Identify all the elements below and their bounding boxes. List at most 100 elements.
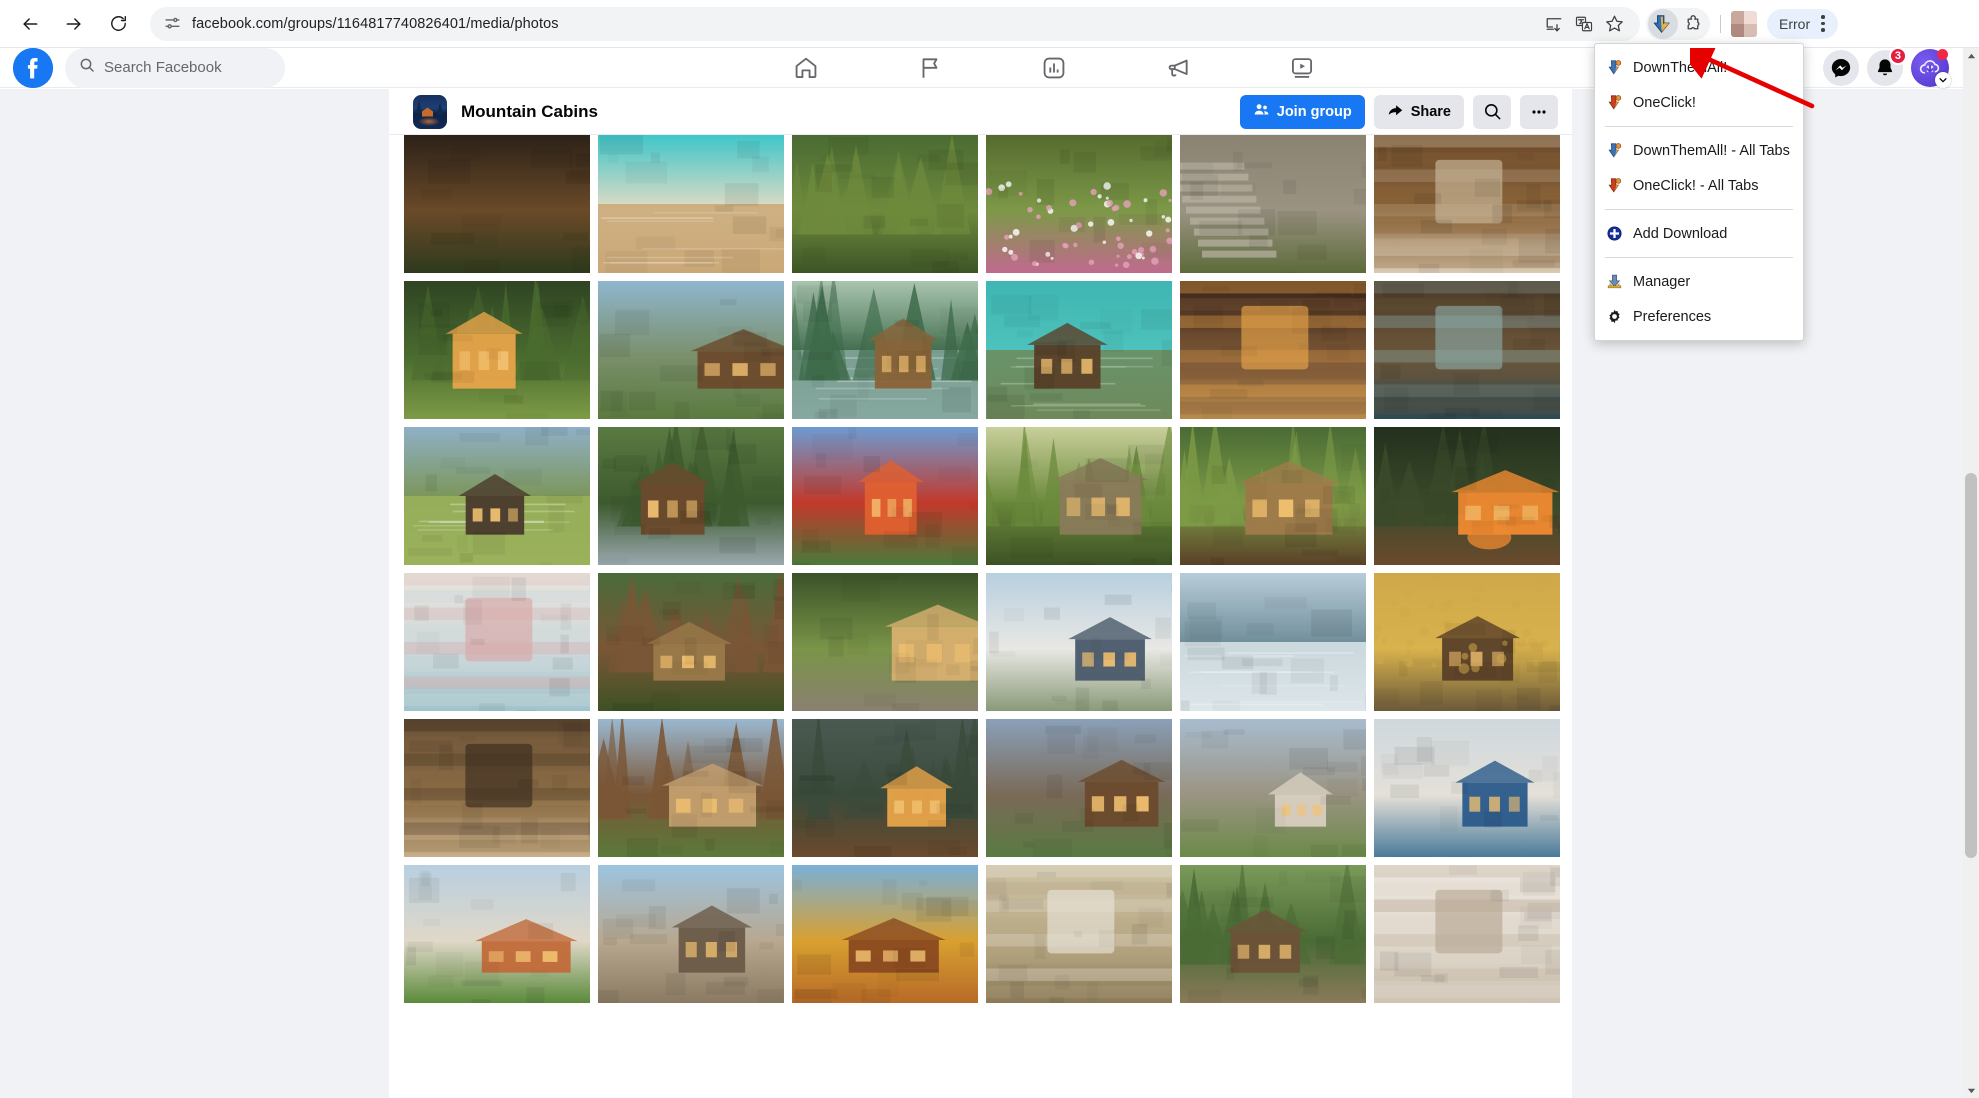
chrome-profile-avatar[interactable] — [1731, 10, 1757, 37]
photo-tile[interactable] — [598, 865, 784, 1003]
photo-tile[interactable] — [1180, 427, 1366, 565]
photo-tile[interactable] — [792, 135, 978, 273]
page-scrollbar[interactable] — [1963, 48, 1979, 1098]
photo-tile[interactable] — [1374, 865, 1560, 1003]
bookmark-star-icon[interactable] — [1600, 10, 1628, 38]
dta-menu-item-label: OneClick! — [1633, 94, 1696, 111]
photo-tile[interactable] — [1374, 719, 1560, 857]
share-button[interactable]: Share — [1373, 94, 1464, 129]
photo-tile[interactable] — [598, 427, 784, 565]
photo-tile[interactable] — [598, 281, 784, 419]
photo-tile[interactable] — [986, 427, 1172, 565]
scroll-down-arrow-icon[interactable] — [1963, 1082, 1979, 1098]
photo-tile[interactable] — [1374, 573, 1560, 711]
photo-tile[interactable] — [598, 719, 784, 857]
dta-menu-item-downthemall-all-tabs[interactable]: DownThemAll! - All Tabs — [1595, 133, 1803, 168]
photo-tile[interactable] — [792, 573, 978, 711]
scroll-up-arrow-icon[interactable] — [1963, 48, 1979, 64]
dta-menu-item-add-download[interactable]: Add Download — [1595, 216, 1803, 251]
manager-icon — [1605, 273, 1623, 291]
group-thumbnail[interactable] — [413, 94, 447, 129]
facebook-logo-icon[interactable] — [13, 47, 53, 88]
site-settings-icon[interactable] — [162, 14, 182, 34]
photo-tile[interactable] — [404, 281, 590, 419]
address-bar[interactable]: facebook.com/groups/1164817740826401/med… — [150, 6, 1640, 41]
search-icon — [79, 57, 95, 78]
nav-video[interactable] — [1279, 50, 1325, 86]
group-more-button[interactable] — [1520, 94, 1558, 129]
photo-tile[interactable] — [1180, 135, 1366, 273]
nav-pages[interactable] — [907, 50, 953, 86]
notifications-bell-icon[interactable]: 3 — [1867, 46, 1907, 86]
nav-home[interactable] — [783, 50, 829, 86]
reload-icon[interactable] — [100, 6, 136, 42]
facebook-main-nav — [783, 50, 1325, 86]
photo-tile[interactable] — [1374, 427, 1560, 565]
photo-tile[interactable] — [1180, 719, 1366, 857]
dta-menu-separator — [1605, 257, 1793, 258]
share-label: Share — [1410, 103, 1451, 120]
dta-menu-item-downthemall[interactable]: DownThemAll! — [1595, 50, 1803, 85]
back-arrow-icon[interactable] — [12, 6, 48, 42]
forward-arrow-icon[interactable] — [56, 6, 92, 42]
notifications-badge: 3 — [1888, 46, 1907, 65]
dta-menu-item-oneclick-all-tabs[interactable]: OneClick! - All Tabs — [1595, 168, 1803, 203]
photo-tile[interactable] — [404, 865, 590, 1003]
join-group-button[interactable]: Join group — [1239, 94, 1365, 129]
error-label: Error — [1779, 15, 1811, 32]
omnibox-actions — [1540, 10, 1628, 38]
photo-tile[interactable] — [1180, 573, 1366, 711]
profile-error-chip[interactable]: Error — [1767, 8, 1839, 39]
avatar-status-dot — [1937, 48, 1948, 60]
group-search-button[interactable] — [1473, 94, 1511, 129]
photo-tile[interactable] — [792, 281, 978, 419]
dta-menu-item-oneclick[interactable]: OneClick! — [1595, 85, 1803, 120]
scrollbar-thumb[interactable] — [1965, 473, 1977, 858]
dta-menu-item-preferences[interactable]: Preferences — [1595, 299, 1803, 334]
photo-tile[interactable] — [1374, 135, 1560, 273]
dta-menu-item-label: Manager — [1633, 273, 1691, 290]
photo-tile[interactable] — [986, 573, 1172, 711]
downthemall-extension-icon[interactable] — [1648, 8, 1678, 39]
group-title: Mountain Cabins — [461, 101, 598, 121]
dta-menu-item-label: DownThemAll! — [1633, 59, 1728, 76]
photo-tile[interactable] — [404, 719, 590, 857]
messenger-icon[interactable] — [1823, 49, 1859, 86]
photo-tile[interactable] — [986, 281, 1172, 419]
group-members-icon — [1253, 101, 1270, 122]
translate-icon[interactable] — [1570, 10, 1598, 38]
downthemall-dropdown-menu: DownThemAll! OneClick! DownThemAll! - All … — [1594, 43, 1804, 341]
photo-tile[interactable] — [986, 865, 1172, 1003]
photo-tile[interactable] — [792, 719, 978, 857]
join-group-label: Join group — [1276, 103, 1352, 120]
photo-tile[interactable] — [1180, 865, 1366, 1003]
photo-tile[interactable] — [1374, 281, 1560, 419]
account-avatar[interactable] — [1911, 48, 1951, 88]
photo-tile[interactable] — [792, 865, 978, 1003]
photo-tile[interactable] — [404, 427, 590, 565]
photo-tile[interactable] — [986, 719, 1172, 857]
photo-tile[interactable] — [792, 427, 978, 565]
chrome-kebab-menu-icon[interactable] — [1812, 13, 1834, 35]
photo-tile[interactable] — [404, 135, 590, 273]
group-actions: Join group Share — [1239, 94, 1558, 129]
nav-ads[interactable] — [1155, 50, 1201, 86]
nav-marketplace[interactable] — [1031, 50, 1077, 86]
photo-grid — [404, 135, 1560, 1003]
dta-menu-item-label: OneClick! - All Tabs — [1633, 177, 1759, 194]
install-app-icon[interactable] — [1540, 10, 1568, 38]
url-text: facebook.com/groups/1164817740826401/med… — [192, 15, 559, 32]
extensions-puzzle-icon[interactable] — [1678, 9, 1708, 39]
dta-menu-item-manager[interactable]: Manager — [1595, 264, 1803, 299]
photo-tile[interactable] — [598, 135, 784, 273]
photo-tile[interactable] — [1180, 281, 1366, 419]
add-download-plus-icon — [1605, 225, 1623, 243]
dta-menu-separator — [1605, 209, 1793, 210]
toolbar-right-group: Error — [1646, 7, 1844, 40]
photo-tile[interactable] — [986, 135, 1172, 273]
photo-tile[interactable] — [404, 573, 590, 711]
search-input[interactable]: Search Facebook — [65, 47, 285, 88]
photo-tile[interactable] — [598, 573, 784, 711]
facebook-header-right: 3 — [1823, 46, 1951, 88]
chevron-down-icon[interactable] — [1935, 71, 1951, 88]
